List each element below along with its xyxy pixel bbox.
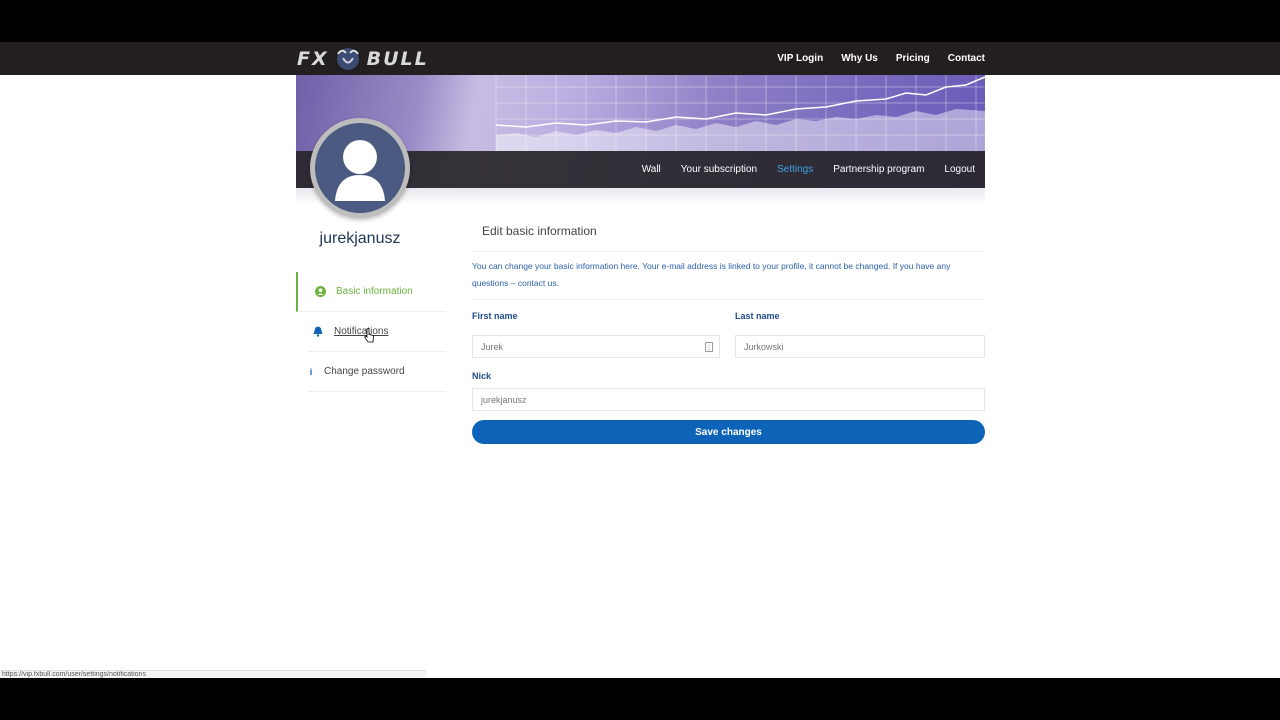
bell-icon <box>308 326 328 337</box>
user-silhouette-icon <box>335 140 385 201</box>
subnav-logout[interactable]: Logout <box>944 164 975 175</box>
subnav-settings[interactable]: Settings <box>777 164 813 175</box>
user-circle-icon <box>310 286 330 297</box>
hand-cursor-icon <box>364 328 374 343</box>
subnav-partnership-program[interactable]: Partnership program <box>833 164 924 175</box>
last-name-label: Last name <box>735 311 780 321</box>
side-item-label: Change password <box>324 366 405 377</box>
bull-icon <box>336 48 359 70</box>
nav-vip-login[interactable]: VIP Login <box>777 53 823 64</box>
first-name-field[interactable]: Jurek ⋮ <box>472 335 720 358</box>
nav-why-us[interactable]: Why Us <box>841 53 878 64</box>
side-item-label: Basic information <box>336 286 413 297</box>
side-item-change-password[interactable]: i Change password <box>308 352 446 392</box>
nav-contact[interactable]: Contact <box>948 53 985 64</box>
divider <box>472 299 985 300</box>
fx-bull-logo[interactable]: FX BULL <box>297 45 429 73</box>
first-name-label: First name <box>472 311 518 321</box>
profile-username: jurekjanusz <box>319 230 401 247</box>
nick-value: jurekjanusz <box>481 394 527 405</box>
logo-text-left: FX <box>297 48 329 70</box>
nick-field[interactable]: jurekjanusz <box>472 388 985 411</box>
save-changes-button[interactable]: Save changes <box>472 420 985 444</box>
page-title: Edit basic information <box>482 224 597 238</box>
avatar[interactable] <box>310 118 410 218</box>
logo-text-right: BULL <box>366 48 429 70</box>
browser-viewport: FX BULL VIP Login Why Us Pricing Contact <box>0 42 1280 678</box>
info-text: You can change your basic information he… <box>472 261 951 288</box>
browser-status-bar: https://vip.fxbull.com/user/settings/not… <box>0 670 426 678</box>
divider <box>472 251 985 252</box>
subnav-wall[interactable]: Wall <box>642 164 661 175</box>
side-item-basic-information[interactable]: Basic information <box>296 272 446 312</box>
last-name-value: Jurkowski <box>744 341 784 352</box>
top-nav-links: VIP Login Why Us Pricing Contact <box>777 42 985 75</box>
nick-label: Nick <box>472 371 492 381</box>
top-navbar: FX BULL VIP Login Why Us Pricing Contact <box>0 42 1280 75</box>
nav-pricing[interactable]: Pricing <box>896 53 930 64</box>
info-icon: i <box>309 366 313 377</box>
last-name-field[interactable]: Jurkowski <box>735 335 985 358</box>
subnav-your-subscription[interactable]: Your subscription <box>681 164 757 175</box>
side-item-label: Notifications <box>334 326 389 337</box>
password-manager-icon[interactable]: ⋮ <box>705 342 713 352</box>
profile-subnav: Wall Your subscription Settings Partners… <box>642 151 975 188</box>
first-name-value: Jurek <box>481 341 504 352</box>
side-item-notifications[interactable]: Notifications <box>308 312 446 352</box>
